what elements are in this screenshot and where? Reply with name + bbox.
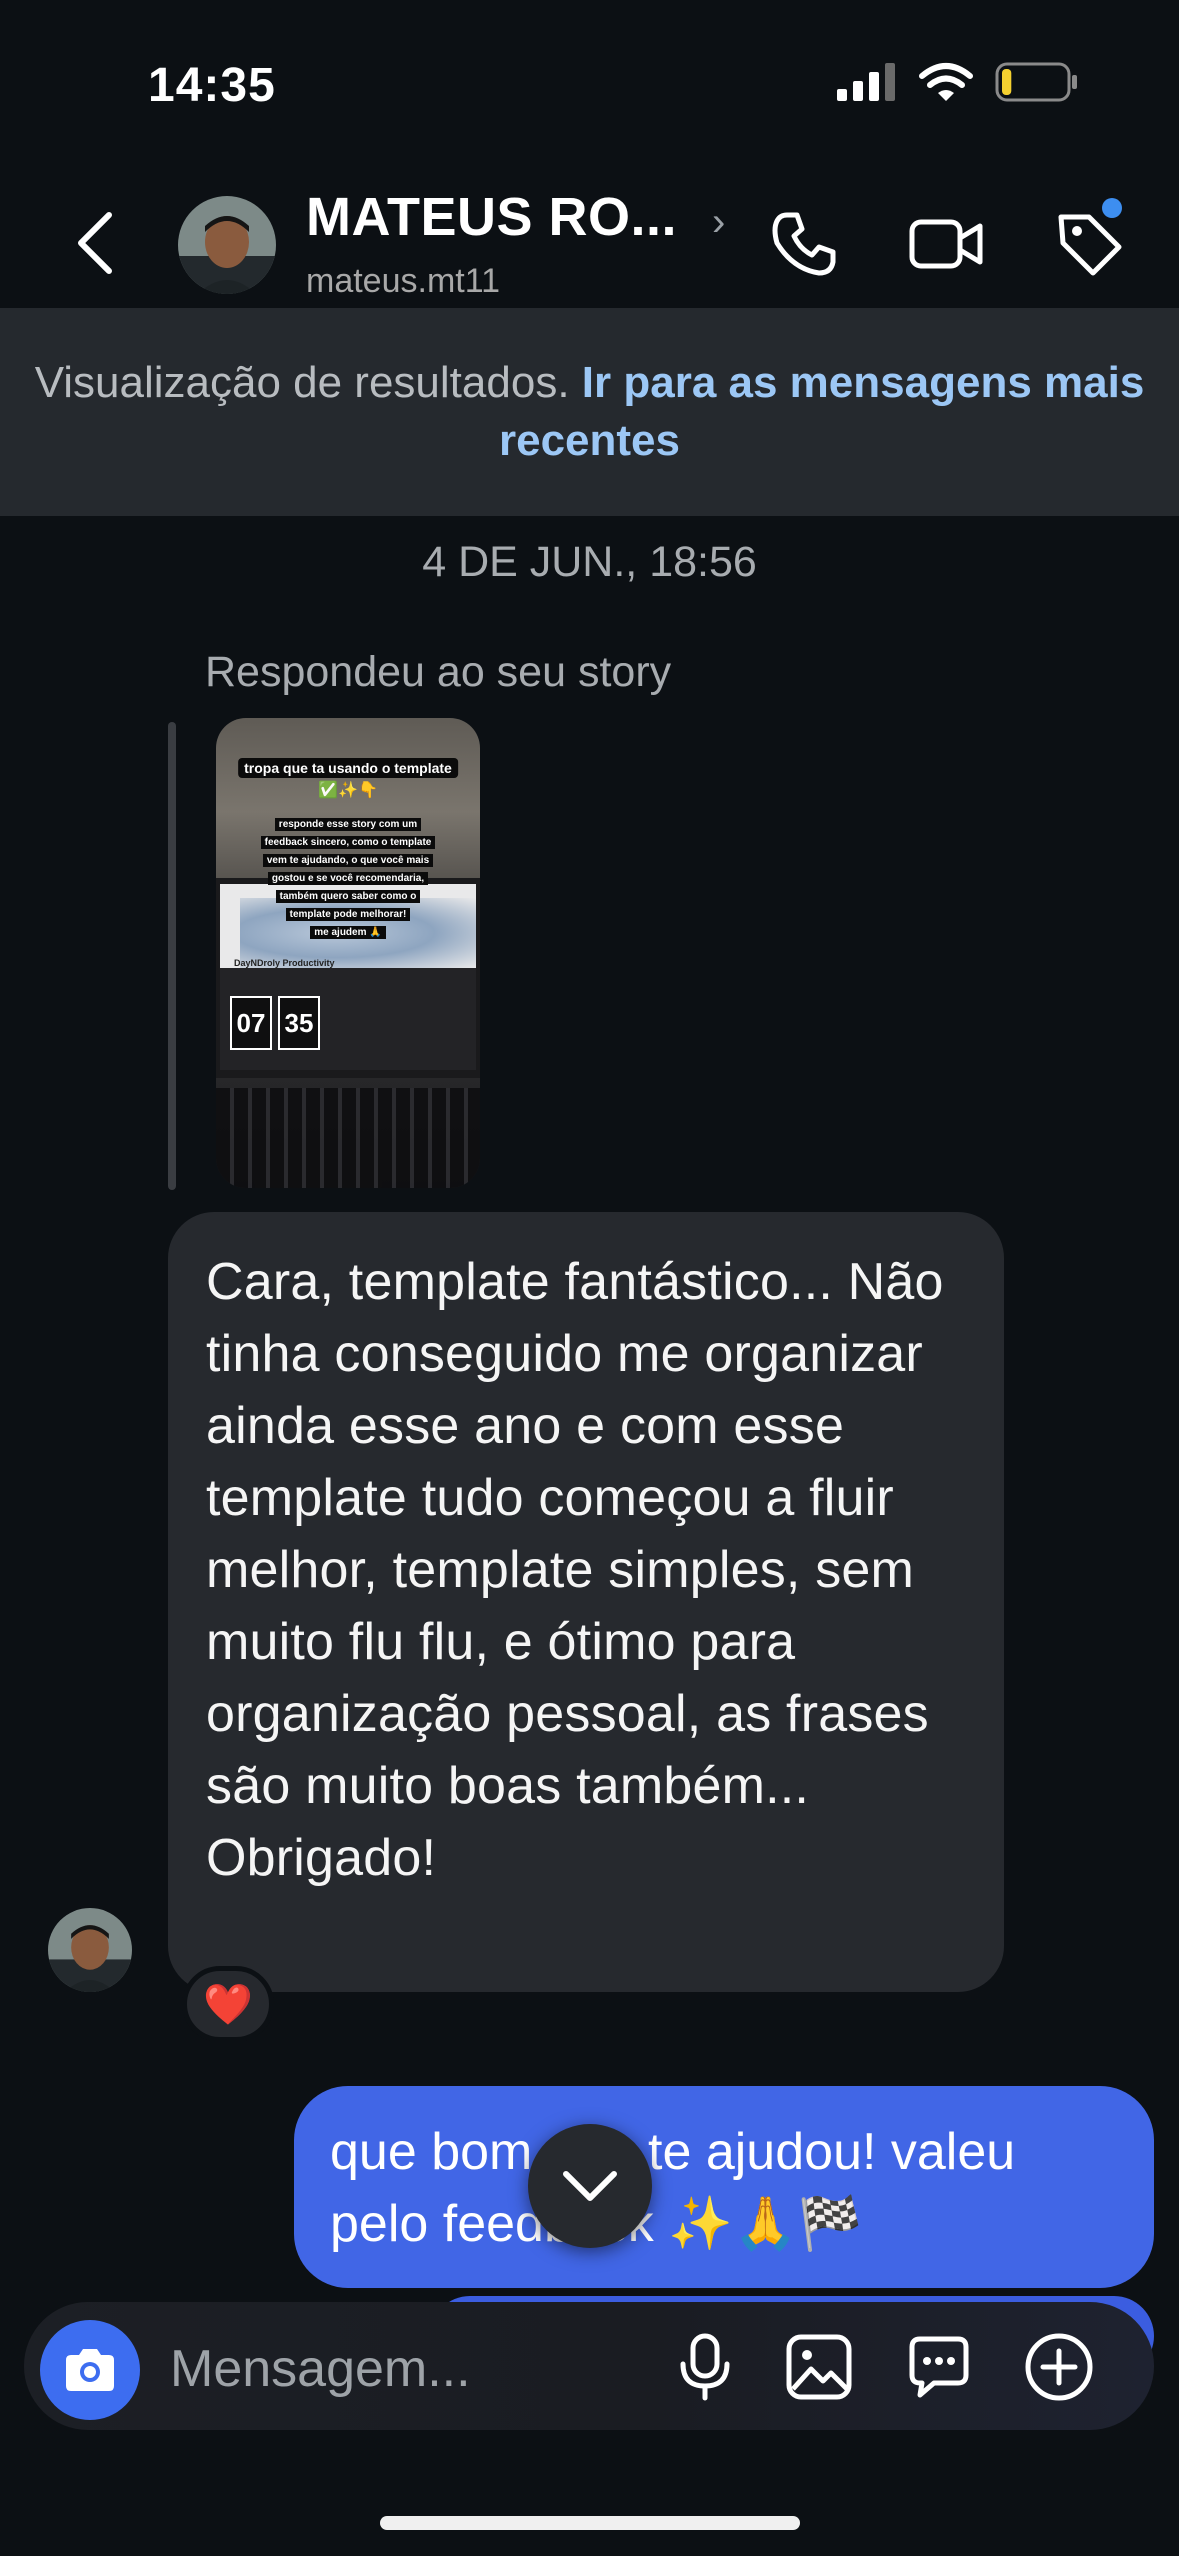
battery-icon (995, 62, 1079, 107)
search-results-banner: Visualização de resultados. Ir para as m… (0, 308, 1179, 516)
heart-reaction[interactable]: ❤️ (182, 1966, 274, 2042)
more-button[interactable] (1014, 2322, 1104, 2412)
camera-button[interactable] (40, 2320, 140, 2420)
message-input[interactable] (170, 2334, 610, 2404)
home-indicator (380, 2516, 800, 2530)
camera-icon (66, 2349, 114, 2391)
gallery-icon (786, 2334, 852, 2400)
microphone-icon (680, 2333, 730, 2401)
incoming-message-bubble[interactable]: Cara, template fantástico... Não tinha c… (168, 1212, 1004, 1992)
message-timestamp: 4 DE JUN., 18:56 (422, 538, 757, 586)
cellular-signal-icon (835, 63, 897, 106)
story-sticker-line: me ajudem 🙏 (310, 926, 386, 939)
story-sticker-line: vem te ajudando, o que você mais (262, 854, 434, 867)
story-reply-label: Respondeu ao seu story (205, 648, 672, 696)
chevron-right-icon[interactable]: › (712, 200, 725, 245)
outgoing-message-bubble[interactable]: que bom que te ajudou! valeu pelo feedba… (294, 2086, 1154, 2288)
story-sticker-line: gostou e se você recomendaria, (267, 872, 429, 885)
sticker-icon (909, 2336, 969, 2398)
back-button[interactable] (70, 208, 120, 278)
story-sticker-title: tropa que ta usando o template (238, 758, 458, 778)
chevron-down-icon (563, 2171, 617, 2201)
status-indicators (835, 62, 1079, 107)
status-time: 14:35 (148, 59, 276, 112)
phone-icon (772, 212, 836, 276)
voice-call-button[interactable] (764, 204, 844, 284)
story-thumbnail[interactable]: DayNDroly Productivity 07 35 tropa que t… (216, 718, 480, 1188)
outgoing-message-text: que bom que te ajudou! valeu pelo feedba… (330, 2123, 1016, 2253)
story-sticker-line: responde esse story com um (274, 818, 422, 831)
story-sticker-body: responde esse story com um feedback since… (216, 814, 480, 940)
contact-name[interactable]: MATEUS RO... (306, 186, 677, 248)
contact-handle[interactable]: mateus.mt11 (306, 262, 500, 301)
story-sticker-emojis: ✅✨👇 (318, 782, 378, 799)
incoming-message-text: Cara, template fantástico... Não tinha c… (206, 1253, 944, 1887)
contact-avatar[interactable] (178, 196, 276, 294)
story-screen-title: DayNDroly Productivity (234, 958, 335, 968)
back-chevron-icon (78, 212, 112, 274)
banner-text: Visualização de resultados. (34, 358, 570, 407)
story-sticker-line: feedback sincero, como o template (260, 836, 436, 849)
voice-message-button[interactable] (660, 2322, 750, 2412)
story-clock-minutes: 35 (278, 996, 320, 1050)
sticker-button[interactable] (894, 2322, 984, 2412)
video-call-button[interactable] (906, 204, 986, 284)
plus-icon (1025, 2333, 1093, 2401)
dm-thread-screen: 14:35 MATEUS RO... › mateus.mt11 Visuali… (0, 0, 1179, 2556)
reply-indicator-bar (168, 722, 176, 1190)
story-keyboard (216, 1088, 480, 1188)
story-clock-hours: 07 (230, 996, 272, 1050)
wifi-icon (919, 62, 973, 107)
story-sticker-line: template pode melhorar! (285, 908, 411, 921)
scroll-to-bottom-button[interactable] (528, 2124, 652, 2248)
tag-button[interactable] (1050, 198, 1130, 284)
jump-to-recent-link[interactable]: Ir para as mensagens mais recentes (499, 358, 1144, 465)
notification-dot (1102, 198, 1122, 218)
video-camera-icon (909, 219, 983, 269)
story-sticker-line: também quero saber como o (275, 890, 421, 903)
tag-icon (1058, 214, 1122, 276)
sender-avatar[interactable] (48, 1908, 132, 1992)
gallery-button[interactable] (774, 2322, 864, 2412)
